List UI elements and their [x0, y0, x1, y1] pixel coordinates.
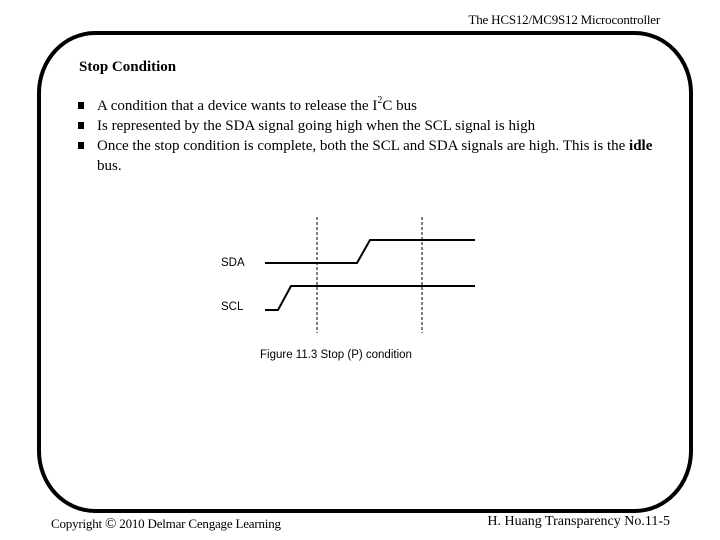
timing-diagram: SDA SCL Figure 11.3 Stop (P) condition — [221, 217, 475, 361]
sda-waveform — [265, 239, 475, 264]
figure-caption: Figure 11.3 Stop (P) condition — [260, 349, 412, 361]
transparency-number: H. Huang Transparency No.11-5 — [487, 514, 670, 529]
scl-waveform — [265, 285, 475, 311]
copyright-notice: Copyright © 2010 Delmar Cengage Learning — [51, 516, 281, 532]
scl-label: SCL — [221, 301, 244, 313]
sda-label: SDA — [221, 257, 245, 269]
copyright-icon: © — [105, 516, 117, 532]
